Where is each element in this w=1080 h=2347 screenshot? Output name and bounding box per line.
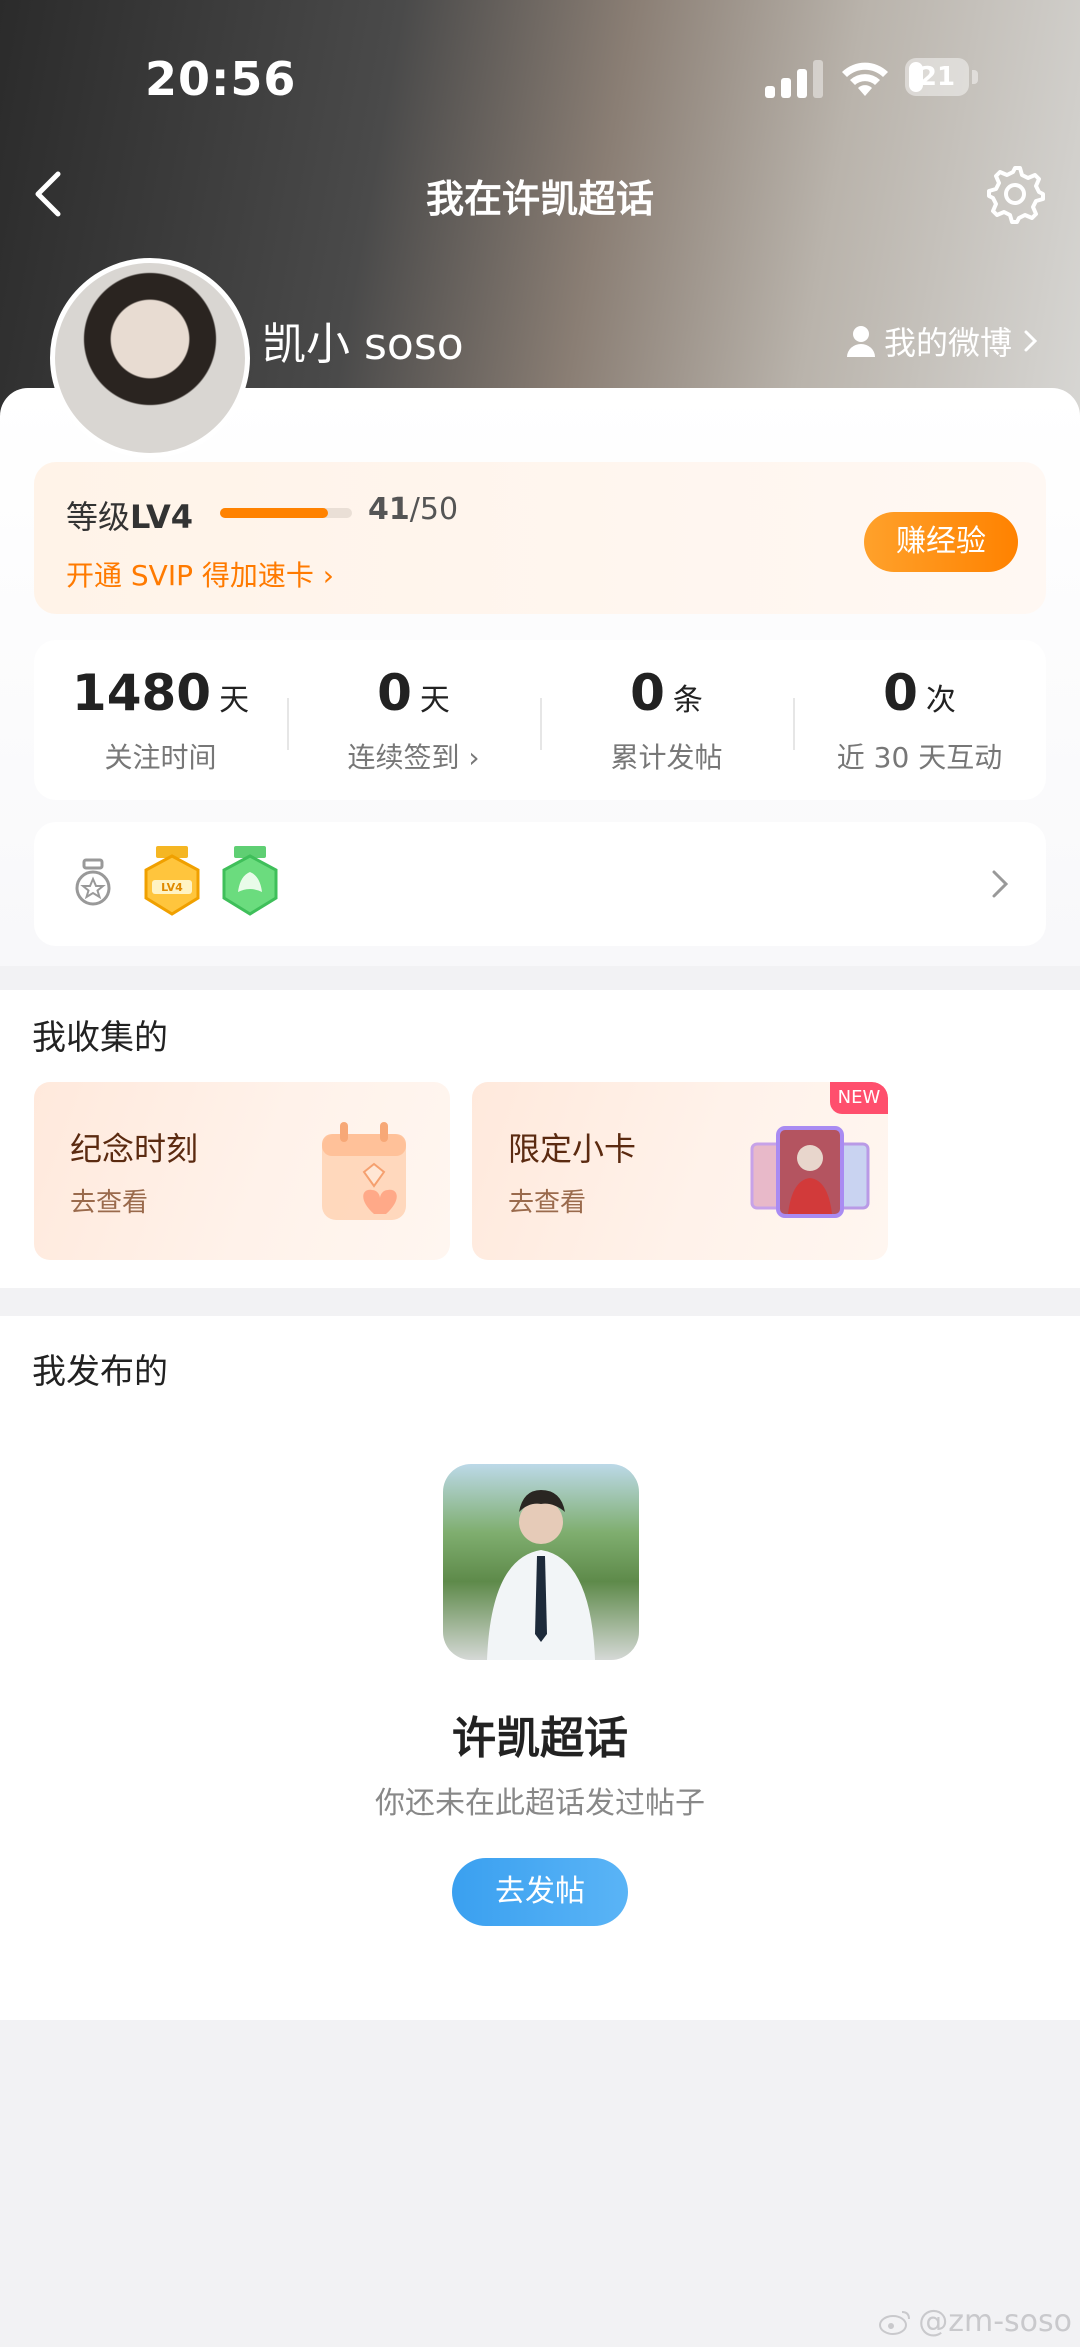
avatar[interactable] — [50, 258, 250, 458]
stat-unit: 天 — [419, 683, 450, 718]
stat-checkin-streak[interactable]: 0天 连续签到 › — [287, 664, 540, 776]
stat-value: 0 — [377, 664, 412, 722]
earn-exp-button[interactable]: 赚经验 — [864, 512, 1018, 572]
exp-current: 41 — [368, 492, 410, 527]
empty-state-text: 你还未在此超话发过帖子 — [375, 1786, 705, 1821]
stat-value: 0 — [630, 664, 665, 722]
nav-bar: 我在许凯超话 — [0, 150, 1080, 240]
watermark: @zm-soso — [878, 2304, 1072, 2339]
level-card: 等级LV4 41/50 开通 SVIP 得加速卡 › 赚经验 — [34, 462, 1046, 614]
stat-value: 0 — [883, 664, 918, 722]
my-weibo-label: 我的微博 — [883, 324, 1012, 362]
svip-link[interactable]: 开通 SVIP 得加速卡 › — [66, 554, 334, 594]
published-title: 我发布的 — [32, 1352, 168, 1392]
exp-progress-fill — [220, 508, 329, 518]
exp-total: /50 — [409, 492, 459, 527]
svip-link-label: 开通 SVIP 得加速卡 — [66, 559, 314, 592]
user-name: 凯小 soso — [262, 319, 464, 370]
green-badge-icon — [222, 846, 278, 916]
wifi-icon — [842, 62, 888, 96]
collected-section: 我收集的 纪念时刻 去查看 限定小卡 去查看 NEW — [0, 990, 1080, 1288]
battery-icon: 21 — [905, 58, 979, 98]
stats-panel: 1480 天 关注时间 0天 连续签到 › 0条 累计发帖 0次 近 30 天互动 — [34, 640, 1046, 800]
stat-label: 关注时间 — [104, 741, 217, 774]
stat-label: 连续签到 › — [287, 736, 540, 776]
stat-unit: 次 — [925, 683, 956, 718]
level-badge-icon: LV4 — [144, 846, 200, 916]
chevron-right-icon — [992, 870, 1009, 898]
stat-follow-time: 1480 天 关注时间 — [34, 664, 287, 776]
exp-progress-bar — [220, 508, 352, 518]
topic-name: 许凯超话 — [452, 1713, 628, 1764]
create-post-button[interactable]: 去发帖 — [452, 1858, 628, 1926]
card-subtitle: 去查看 — [508, 1188, 587, 1218]
level-label: 等级LV4 — [66, 492, 193, 538]
battery-level: 21 — [918, 62, 956, 92]
stat-unit: 天 — [219, 683, 250, 718]
stat-value: 1480 — [71, 664, 212, 722]
limited-cards-card[interactable]: 限定小卡 去查看 NEW — [472, 1082, 888, 1260]
card-title: 纪念时刻 — [70, 1130, 199, 1168]
chevron-right-icon: › — [468, 741, 480, 774]
topic-avatar[interactable] — [443, 1464, 639, 1660]
medal-outline-icon — [75, 858, 111, 906]
chevron-right-icon — [1024, 330, 1038, 352]
photo-cards-icon — [750, 1126, 870, 1218]
page-title: 我在许凯超话 — [425, 177, 654, 221]
status-bar: 20:56 21 — [0, 0, 1080, 140]
my-weibo-link[interactable]: 我的微博 — [846, 318, 1042, 364]
collected-title: 我收集的 — [32, 1018, 168, 1058]
level-badge-text: LV4 — [161, 881, 183, 894]
weibo-logo-icon — [879, 2310, 911, 2335]
stat-label: 近 30 天互动 — [836, 741, 1003, 774]
card-title: 限定小卡 — [508, 1130, 637, 1168]
new-badge: NEW — [830, 1082, 888, 1114]
level-value: LV4 — [130, 498, 194, 536]
stat-label-text: 连续签到 — [347, 741, 460, 774]
person-photo — [487, 1490, 595, 1660]
level-prefix: 等级 — [66, 498, 131, 536]
calendar-heart-icon — [322, 1122, 406, 1220]
published-section: 我发布的 许凯超话 你还未在此超话发过帖子 去发帖 — [0, 1316, 1080, 2020]
chevron-right-icon: › — [322, 559, 334, 592]
stat-total-posts: 0条 累计发帖 — [540, 664, 793, 776]
status-time: 20:56 — [145, 52, 297, 106]
stat-label: 累计发帖 — [610, 741, 723, 774]
person-icon — [846, 326, 875, 357]
watermark-text: @zm-soso — [918, 2304, 1072, 2339]
memorial-moments-card[interactable]: 纪念时刻 去查看 — [34, 1082, 450, 1260]
stat-interactions-30d: 0次 近 30 天互动 — [793, 664, 1046, 776]
card-subtitle: 去查看 — [70, 1188, 149, 1218]
stat-unit: 条 — [672, 683, 703, 718]
badges-row[interactable]: LV4 — [34, 822, 1046, 946]
settings-gear-icon[interactable] — [985, 164, 1045, 224]
cellular-signal-icon — [765, 60, 823, 98]
exp-text: 41/50 — [368, 492, 458, 527]
